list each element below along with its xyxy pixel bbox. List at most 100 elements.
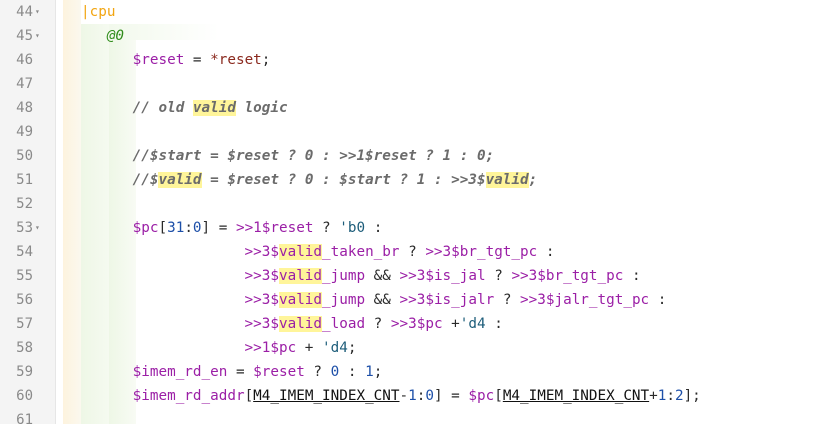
code-token: 1	[408, 388, 417, 404]
code-token: M4_IMEM_INDEX_CNT	[502, 388, 650, 404]
code-token: $pc	[416, 316, 443, 332]
code-token: >>3	[511, 268, 538, 284]
code-line[interactable]: 61	[0, 408, 824, 432]
code-token: :	[339, 364, 366, 380]
code-token: $	[270, 316, 279, 332]
code-token: ?	[399, 244, 426, 260]
code-token: ?	[494, 292, 521, 308]
code-token: valid	[278, 268, 323, 284]
code-token: >>3	[244, 268, 271, 284]
code-token: >>3	[399, 292, 426, 308]
code-line[interactable]: 47	[0, 72, 824, 96]
line-number: 52	[16, 196, 33, 212]
code-token: 31	[167, 220, 185, 236]
code-token: +	[649, 388, 658, 404]
code-text: //$valid = $reset ? 0 : $start ? 1 : >>3…	[81, 168, 537, 192]
code-line[interactable]: 45 ▾ @0	[0, 24, 824, 48]
code-token: $is_jal	[425, 268, 486, 284]
code-text: $imem_rd_en = $reset ? 0 : 1;	[81, 360, 383, 384]
code-token: $reset	[253, 364, 305, 380]
code-token: :	[485, 316, 503, 332]
code-text: //$start = $reset ? 0 : >>1$reset ? 1 : …	[81, 144, 495, 168]
code-token: :	[537, 244, 555, 260]
code-text: $pc[31:0] = >>1$reset ? 'b0 :	[81, 216, 383, 240]
code-token: $pc	[132, 220, 159, 236]
code-token: [	[494, 388, 503, 404]
line-number: 53	[16, 220, 33, 236]
code-text: >>3$valid_load ? >>3$pc +'d4 :	[81, 312, 503, 336]
code-line[interactable]: 52	[0, 192, 824, 216]
code-line[interactable]: 60 $imem_rd_addr[M4_IMEM_INDEX_CNT-1:0] …	[0, 384, 824, 408]
code-token: >>3	[244, 244, 271, 260]
code-text: @0	[81, 24, 124, 48]
code-token: // old	[132, 100, 193, 116]
code-token: +	[296, 340, 323, 356]
line-number: 51	[16, 172, 33, 188]
line-number: 58	[16, 340, 33, 356]
line-number: 57	[16, 316, 33, 332]
code-line[interactable]: 53 ▾ $pc[31:0] = >>1$reset ? 'b0 :	[0, 216, 824, 240]
code-token: valid	[278, 316, 323, 332]
code-line[interactable]: 51 //$valid = $reset ? 0 : $start ? 1 : …	[0, 168, 824, 192]
line-number: 48	[16, 100, 33, 116]
code-token: =	[184, 52, 211, 68]
code-token: valid	[158, 172, 202, 188]
code-token: :	[184, 220, 193, 236]
code-line[interactable]: 50 //$start = $reset ? 0 : >>1$reset ? 1…	[0, 144, 824, 168]
code-line[interactable]: 58 >>1$pc + 'd4;	[0, 336, 824, 360]
code-token: 'b0	[339, 220, 366, 236]
code-token: $	[270, 268, 279, 284]
code-token: >>3	[425, 244, 452, 260]
code-token: $pc	[270, 340, 297, 356]
code-token: $	[270, 244, 279, 260]
code-token: $	[270, 292, 279, 308]
code-token: = $reset ? 0 : $start ? 1 : >>3$	[201, 172, 486, 188]
code-token: valid	[278, 292, 323, 308]
code-token: valid	[485, 172, 529, 188]
code-token: :	[623, 268, 641, 284]
code-line[interactable]: 44 ▾ |cpu	[0, 0, 824, 24]
fold-chevron-icon[interactable]: ▾	[35, 216, 40, 240]
code-token: _jump	[322, 268, 366, 284]
code-token: 1	[365, 364, 374, 380]
code-text: $imem_rd_addr[M4_IMEM_INDEX_CNT-1:0] = $…	[81, 384, 701, 408]
code-token: ;	[528, 172, 538, 188]
code-token: ;	[261, 52, 271, 68]
line-number: 59	[16, 364, 33, 380]
fold-chevron-icon[interactable]: ▾	[35, 24, 40, 48]
code-line[interactable]: 54 >>3$valid_taken_br ? >>3$br_tgt_pc :	[0, 240, 824, 264]
code-token: >>3	[244, 316, 271, 332]
line-number: 54	[16, 244, 33, 260]
code-line[interactable]: 55 >>3$valid_jump && >>3$is_jal ? >>3$br…	[0, 264, 824, 288]
code-token: >>3	[390, 316, 417, 332]
code-text: $reset = *reset;	[81, 48, 271, 72]
code-token: >>1	[235, 220, 262, 236]
line-number: 56	[16, 292, 33, 308]
code-token: ;	[373, 364, 383, 380]
code-token: $br_tgt_pc	[537, 268, 624, 284]
code-line[interactable]: 57 >>3$valid_load ? >>3$pc +'d4 :	[0, 312, 824, 336]
code-token: >>3	[520, 292, 546, 308]
code-line[interactable]: 46 $reset = *reset;	[0, 48, 824, 72]
code-token: [	[158, 220, 168, 236]
code-line[interactable]: 49	[0, 120, 824, 144]
code-line[interactable]: 56 >>3$valid_jump && >>3$is_jalr ? >>3$j…	[0, 288, 824, 312]
code-token: valid	[278, 244, 323, 260]
code-line[interactable]: 48 // old valid logic	[0, 96, 824, 120]
line-number: 46	[16, 52, 33, 68]
code-token: 0	[425, 388, 434, 404]
code-token: $pc	[468, 388, 495, 404]
code-token: ];	[683, 388, 701, 404]
code-line[interactable]: 59 $imem_rd_en = $reset ? 0 : 1;	[0, 360, 824, 384]
code-token: *reset	[210, 52, 262, 68]
fold-chevron-icon[interactable]: ▾	[35, 0, 40, 24]
code-text: >>1$pc + 'd4;	[81, 336, 357, 360]
line-number: 47	[16, 76, 33, 92]
